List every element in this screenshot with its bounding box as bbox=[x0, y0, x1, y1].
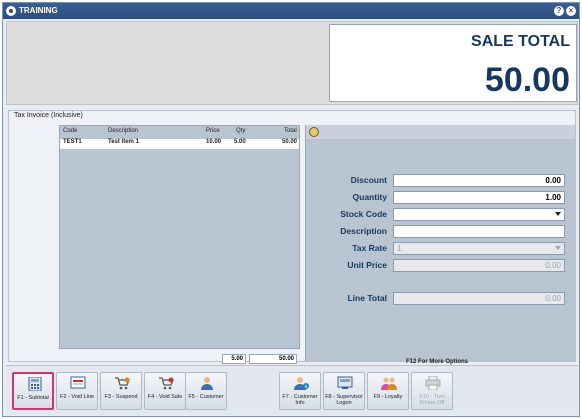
turn-printer-off-button: F10 - Turn Printer Off bbox=[411, 372, 453, 410]
loyalty-icon bbox=[381, 377, 397, 390]
customer-icon bbox=[201, 377, 213, 390]
row-code: TEST1 bbox=[63, 139, 82, 145]
sale-total-box: SALE TOTAL 50.00 bbox=[329, 24, 577, 102]
invoice-grid[interactable]: Code Description Price Qty Total TEST1 T… bbox=[59, 125, 300, 364]
customer-info-icon bbox=[294, 377, 309, 390]
qty-total: 5.00 bbox=[222, 354, 246, 364]
unit-price-field: 0.00 bbox=[393, 259, 565, 272]
supervisor-logon-button-label: F8 - Supervisor Logon bbox=[325, 394, 363, 406]
close-icon[interactable]: × bbox=[566, 6, 576, 16]
row-price: 10.00 bbox=[206, 139, 222, 145]
row-total: 50.00 bbox=[282, 139, 298, 145]
suspend-button[interactable]: F3 - Suspend bbox=[100, 372, 142, 410]
quantity-label: Quantity bbox=[352, 192, 387, 202]
col-qty[interactable]: Qty bbox=[236, 128, 245, 134]
lock-icon[interactable] bbox=[309, 127, 319, 137]
table-row[interactable]: TEST1 Test Item 1 10.00 5.00 50.00 bbox=[60, 139, 299, 149]
suspend-button-label: F3 - Suspend bbox=[104, 394, 138, 400]
row-qty: 5.00 bbox=[234, 139, 246, 145]
amount-total: 50.00 bbox=[249, 354, 297, 364]
pos-window: TRAINING ? × SALE TOTAL 50.00 Tax Invoic… bbox=[2, 2, 580, 417]
tax-rate-label: Tax Rate bbox=[352, 243, 387, 253]
app-icon bbox=[6, 6, 16, 16]
col-price[interactable]: Price bbox=[206, 128, 220, 134]
row-description: Test Item 1 bbox=[108, 139, 139, 145]
sale-panel: Tax Invoice (Inclusive) Code Description… bbox=[8, 110, 576, 365]
description-label: Description bbox=[340, 226, 387, 236]
stock-code-select[interactable] bbox=[393, 208, 565, 221]
grid-header: Code Description Price Qty Total bbox=[60, 128, 299, 138]
sale-total-label: SALE TOTAL bbox=[471, 33, 570, 50]
col-total[interactable]: Total bbox=[284, 128, 297, 134]
line-total-label: Line Total bbox=[347, 293, 387, 303]
unit-price-label: Unit Price bbox=[347, 260, 387, 270]
invoice-title: Tax Invoice (Inclusive) bbox=[14, 112, 83, 119]
col-description[interactable]: Description bbox=[108, 128, 138, 134]
customer-info-button[interactable]: F7 - Customer Info bbox=[279, 372, 321, 410]
chevron-down-icon bbox=[555, 246, 561, 250]
col-code[interactable]: Code bbox=[63, 128, 77, 134]
printer-icon bbox=[425, 376, 441, 390]
loyalty-button[interactable]: F9 - Loyalty bbox=[367, 372, 409, 410]
description-field[interactable] bbox=[393, 225, 565, 238]
display-area: SALE TOTAL 50.00 bbox=[6, 21, 578, 105]
sale-total-value: 50.00 bbox=[484, 61, 570, 99]
loyalty-button-label: F9 - Loyalty bbox=[373, 394, 403, 400]
chevron-down-icon[interactable] bbox=[555, 212, 561, 216]
void-line-button-label: F2 - Void Line bbox=[60, 394, 94, 400]
supervisor-logon-button[interactable]: F8 - Supervisor Logon bbox=[323, 372, 365, 410]
tax-rate-select: 1 bbox=[393, 242, 565, 255]
void-line-button[interactable]: F2 - Void Line bbox=[56, 372, 98, 410]
void-sale-button[interactable]: F4 - Void Sale bbox=[144, 372, 186, 410]
line-total-field: 0.00 bbox=[393, 292, 565, 305]
item-entry-panel: Discount 0.00 Quantity 1.00 Stock Code D… bbox=[305, 125, 575, 365]
void-line-icon bbox=[70, 376, 86, 389]
entry-panel-header bbox=[306, 125, 575, 139]
subtotal-button[interactable]: F1 - Subtotal bbox=[12, 372, 54, 410]
title-bar: TRAINING ? × bbox=[3, 3, 579, 19]
suspend-cart-icon bbox=[115, 377, 130, 390]
turn-printer-off-button-label: F10 - Turn Printer Off bbox=[419, 394, 445, 406]
stock-code-label: Stock Code bbox=[340, 209, 387, 219]
void-sale-cart-icon bbox=[159, 377, 174, 390]
quantity-field[interactable]: 1.00 bbox=[393, 191, 565, 204]
void-sale-button-label: F4 - Void Sale bbox=[147, 394, 183, 400]
customer-button[interactable]: F5 - Customer bbox=[185, 372, 227, 410]
help-icon[interactable]: ? bbox=[554, 6, 564, 16]
window-title: TRAINING bbox=[19, 6, 58, 15]
discount-field[interactable]: 0.00 bbox=[393, 174, 565, 187]
customer-button-label: F5 - Customer bbox=[188, 394, 224, 400]
supervisor-icon bbox=[337, 376, 353, 389]
tax-rate-value: 1 bbox=[397, 244, 402, 253]
customer-info-button-label: F7 - Customer Info bbox=[282, 394, 318, 406]
discount-label: Discount bbox=[350, 175, 387, 185]
subtotal-button-label: F1 - Subtotal bbox=[17, 395, 49, 401]
subtotal-icon bbox=[28, 377, 42, 391]
function-button-bar: F1 - Subtotal F2 - Void Line F3 - Suspen… bbox=[6, 365, 578, 415]
